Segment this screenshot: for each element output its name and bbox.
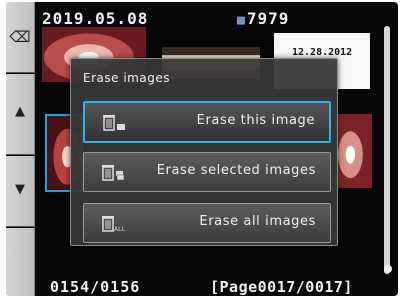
- patient-id: ▩7979: [237, 9, 289, 28]
- scrollbar-thumb[interactable]: [384, 26, 390, 274]
- arrow-down-icon: ▼: [15, 182, 25, 197]
- trash-all-icon: ALL: [102, 216, 125, 233]
- capture-date: 2019.05.08: [42, 9, 149, 28]
- dialog-title: Erase images: [83, 71, 170, 85]
- lcd-screen: ⌫ ▲ ▼ 2019.05.08 ▩7979 12.28.2012 Erase …: [6, 2, 398, 296]
- scroll-down-button[interactable]: ▼: [6, 156, 35, 227]
- erase-all-images-button[interactable]: ALL Erase all images: [83, 203, 331, 243]
- trash-single-icon: [103, 115, 125, 131]
- image-thumbnail[interactable]: [336, 114, 372, 188]
- erase-selected-images-label: Erase selected images: [156, 163, 316, 178]
- erase-selected-images-button[interactable]: Erase selected images: [83, 152, 331, 192]
- backspace-icon: ⌫: [9, 28, 31, 46]
- patient-id-icon: ▩: [237, 13, 246, 28]
- erase-this-image-label: Erase this image: [196, 113, 315, 128]
- scroll-up-button[interactable]: ▲: [6, 74, 35, 155]
- image-counter: 0154/0156: [50, 278, 141, 296]
- scroll-position-dot: [384, 265, 392, 273]
- erase-all-images-label: Erase all images: [199, 214, 316, 229]
- svg-text:ALL: ALL: [114, 226, 125, 233]
- blank-side-button[interactable]: [6, 228, 35, 296]
- arrow-up-icon: ▲: [15, 104, 25, 119]
- page-indicator: [Page0017/0017]: [210, 278, 353, 296]
- patient-id-value: 7979: [246, 9, 290, 28]
- trash-selected-icon: [102, 165, 125, 181]
- scrollbar-track[interactable]: [384, 26, 390, 274]
- erase-this-image-button[interactable]: Erase this image: [83, 101, 331, 143]
- thumbnail-date-card: 12.28.2012: [292, 47, 353, 58]
- device-frame: ⌫ ▲ ▼ 2019.05.08 ▩7979 12.28.2012 Erase …: [0, 0, 402, 299]
- back-button[interactable]: ⌫: [6, 2, 35, 73]
- erase-images-dialog: Erase images Erase this image Erase sele…: [70, 58, 338, 246]
